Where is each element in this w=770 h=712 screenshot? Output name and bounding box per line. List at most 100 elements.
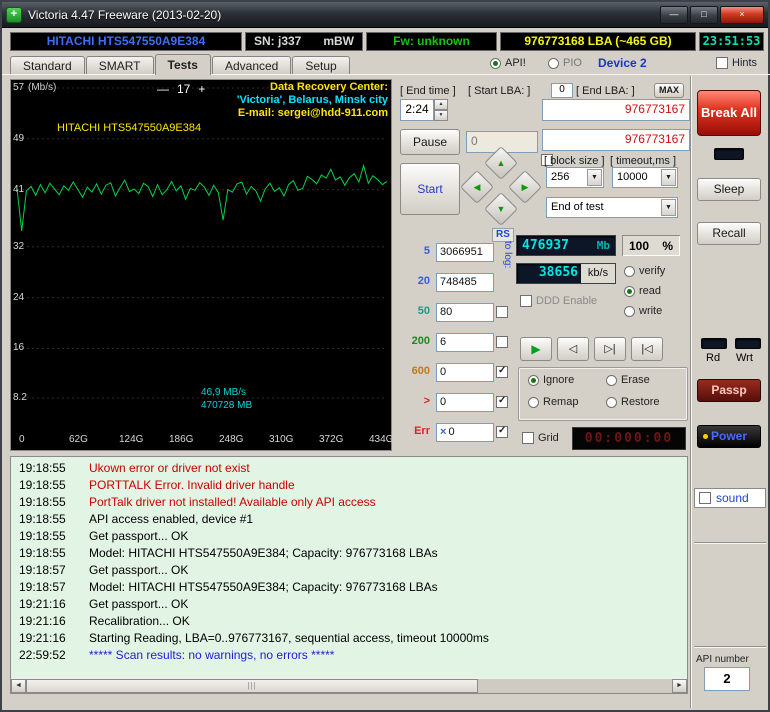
bench-row-label: 50	[417, 305, 430, 317]
access-mode-radio-write[interactable]: write	[624, 305, 665, 317]
chevron-down-icon[interactable]: ▼	[661, 199, 676, 216]
bench-row: 50 80	[408, 303, 512, 333]
tab-advanced[interactable]: Advanced	[211, 56, 292, 75]
titlebar[interactable]: + Victoria 4.47 Freeware (2013-02-20) — …	[2, 2, 768, 28]
divider	[694, 542, 766, 544]
ddd-enable-checkbox[interactable]: DDD Enable	[520, 295, 597, 307]
bench-row-value: 80	[436, 303, 494, 322]
timeout-combo[interactable]: 10000 ▼	[612, 167, 678, 188]
bench-log-checkbox[interactable]	[496, 395, 508, 408]
tab-smart[interactable]: SMART	[85, 56, 154, 75]
bench-log-checkbox[interactable]	[496, 336, 508, 348]
grid-checkbox[interactable]: Grid	[522, 432, 559, 444]
scan-back-button[interactable]: ◁	[557, 337, 589, 361]
clock-display: 23:51:53	[699, 32, 764, 51]
scroll-left-button[interactable]: ◄	[11, 679, 26, 693]
nav-right-button[interactable]: ▶	[508, 170, 542, 204]
spinner-down-button[interactable]: ▼	[434, 110, 448, 121]
tab-setup[interactable]: Setup	[292, 56, 350, 75]
maximize-button[interactable]: □	[690, 5, 718, 24]
log-entry: 19:18:55 API access enabled, device #1	[11, 512, 687, 529]
seek-start-button[interactable]: |◁	[631, 337, 663, 361]
hints-checkbox[interactable]: Hints	[716, 57, 757, 69]
radio-icon	[490, 57, 501, 69]
bench-row-value: 3066951	[436, 243, 494, 262]
bench-row-label: >	[423, 395, 430, 407]
bench-log-checkbox[interactable]	[496, 425, 508, 438]
end-of-test-combo[interactable]: End of test ▼	[546, 197, 678, 218]
chevron-down-icon[interactable]: ▼	[587, 169, 602, 186]
end-time-label: [ End time ]	[400, 85, 456, 97]
bench-row-value: 748485	[436, 273, 494, 292]
recall-button[interactable]: Recall	[697, 222, 761, 245]
nav-down-button[interactable]: ▼	[484, 192, 518, 226]
scroll-right-button[interactable]: ►	[672, 679, 687, 693]
rs-button[interactable]: RS	[492, 228, 514, 242]
log-panel[interactable]: 19:18:55 Ukown error or driver not exist 1…	[10, 456, 688, 694]
passport-button[interactable]: Passp	[697, 379, 761, 402]
log-horizontal-scrollbar[interactable]: ◄ ||| ►	[11, 678, 687, 693]
bench-row-value: × 0	[436, 423, 494, 442]
graph-zoom-control: — 17 +	[157, 82, 205, 96]
sound-checkbox[interactable]: sound	[694, 488, 766, 508]
bench-row: >0	[408, 393, 512, 423]
spinner-up-button[interactable]: ▲	[434, 99, 448, 110]
nav-up-button[interactable]: ▲	[484, 146, 518, 180]
radio-icon	[528, 396, 539, 408]
pio-mode-radio[interactable]: PIO	[548, 57, 582, 69]
log-time: 19:21:16	[19, 597, 66, 611]
end-lba-field-2[interactable]: 976773167	[542, 129, 690, 151]
end-time-spinner: ▲ ▼	[434, 99, 448, 121]
error-action-radio-remap[interactable]: Remap	[528, 396, 606, 408]
error-action-radio-restore[interactable]: Restore	[606, 396, 680, 408]
minimize-button[interactable]: —	[660, 5, 688, 24]
end-time-field[interactable]: 2:24	[400, 99, 434, 121]
block-size-combo[interactable]: 256 ▼	[546, 167, 604, 188]
firmware-display: Fw: unknown	[366, 32, 497, 51]
seek-forward-button[interactable]: ▷|	[594, 337, 626, 361]
scan-play-button[interactable]: ▶	[520, 337, 552, 361]
bench-row: 5 3066951	[408, 243, 512, 273]
close-button[interactable]: ×	[720, 5, 764, 24]
chevron-down-icon[interactable]: ▼	[661, 169, 676, 186]
bench-row-label: 200	[411, 335, 430, 347]
end-lba-field[interactable]: 976773167	[542, 99, 690, 121]
block-size-label: [ block size ]	[544, 155, 605, 167]
sleep-button[interactable]: Sleep	[697, 178, 761, 201]
access-mode-radio-verify[interactable]: verify	[624, 265, 665, 277]
log-entry: 22:59:52 ***** Scan results: no warnings,…	[11, 648, 687, 665]
break-all-button[interactable]: Break All	[697, 90, 761, 136]
test-timer-display: 00:000:00	[572, 427, 686, 450]
tab-standard[interactable]: Standard	[10, 56, 85, 75]
access-mode-group: verify read write	[624, 265, 665, 317]
error-action-radio-ignore[interactable]: Ignore	[528, 374, 606, 386]
graph-zoom-out-button[interactable]: —	[157, 82, 169, 96]
start-lba-label: [ Start LBA: ]	[468, 85, 531, 97]
tab-tests[interactable]: Tests	[154, 54, 211, 75]
access-mode-radio-read[interactable]: read	[624, 285, 665, 297]
error-x-icon: ×	[440, 426, 447, 438]
window-title: Victoria 4.47 Freeware (2013-02-20)	[28, 7, 222, 22]
device-label[interactable]: Device 2	[598, 56, 647, 70]
max-lba-button[interactable]: MAX	[654, 83, 684, 98]
api-number-field[interactable]: 2	[704, 667, 750, 691]
log-entries: 19:18:55 Ukown error or driver not exist 1…	[11, 461, 687, 665]
bench-log-checkbox[interactable]	[496, 306, 508, 318]
start-button[interactable]: Start	[400, 163, 460, 215]
pause-button[interactable]: Pause	[400, 129, 460, 155]
bench-row: 200 6	[408, 333, 512, 363]
start-lba-field[interactable]: 0	[551, 83, 573, 98]
bench-row: 20 748485	[408, 273, 512, 303]
api-mode-radio[interactable]: API!	[490, 57, 526, 69]
scrollbar-thumb[interactable]: |||	[26, 679, 478, 693]
timeout-value: 10000	[617, 171, 648, 183]
error-action-radio-erase[interactable]: Erase	[606, 374, 680, 386]
power-label: Power	[710, 429, 747, 443]
radio-label: Erase	[621, 374, 650, 386]
bench-row: Err × 0	[408, 423, 512, 453]
graph-zoom-in-button[interactable]: +	[198, 82, 205, 96]
nav-left-button[interactable]: ◀	[460, 170, 494, 204]
grid-label: Grid	[538, 432, 559, 444]
bench-log-checkbox[interactable]	[496, 365, 508, 378]
power-button[interactable]: Power	[697, 425, 761, 448]
